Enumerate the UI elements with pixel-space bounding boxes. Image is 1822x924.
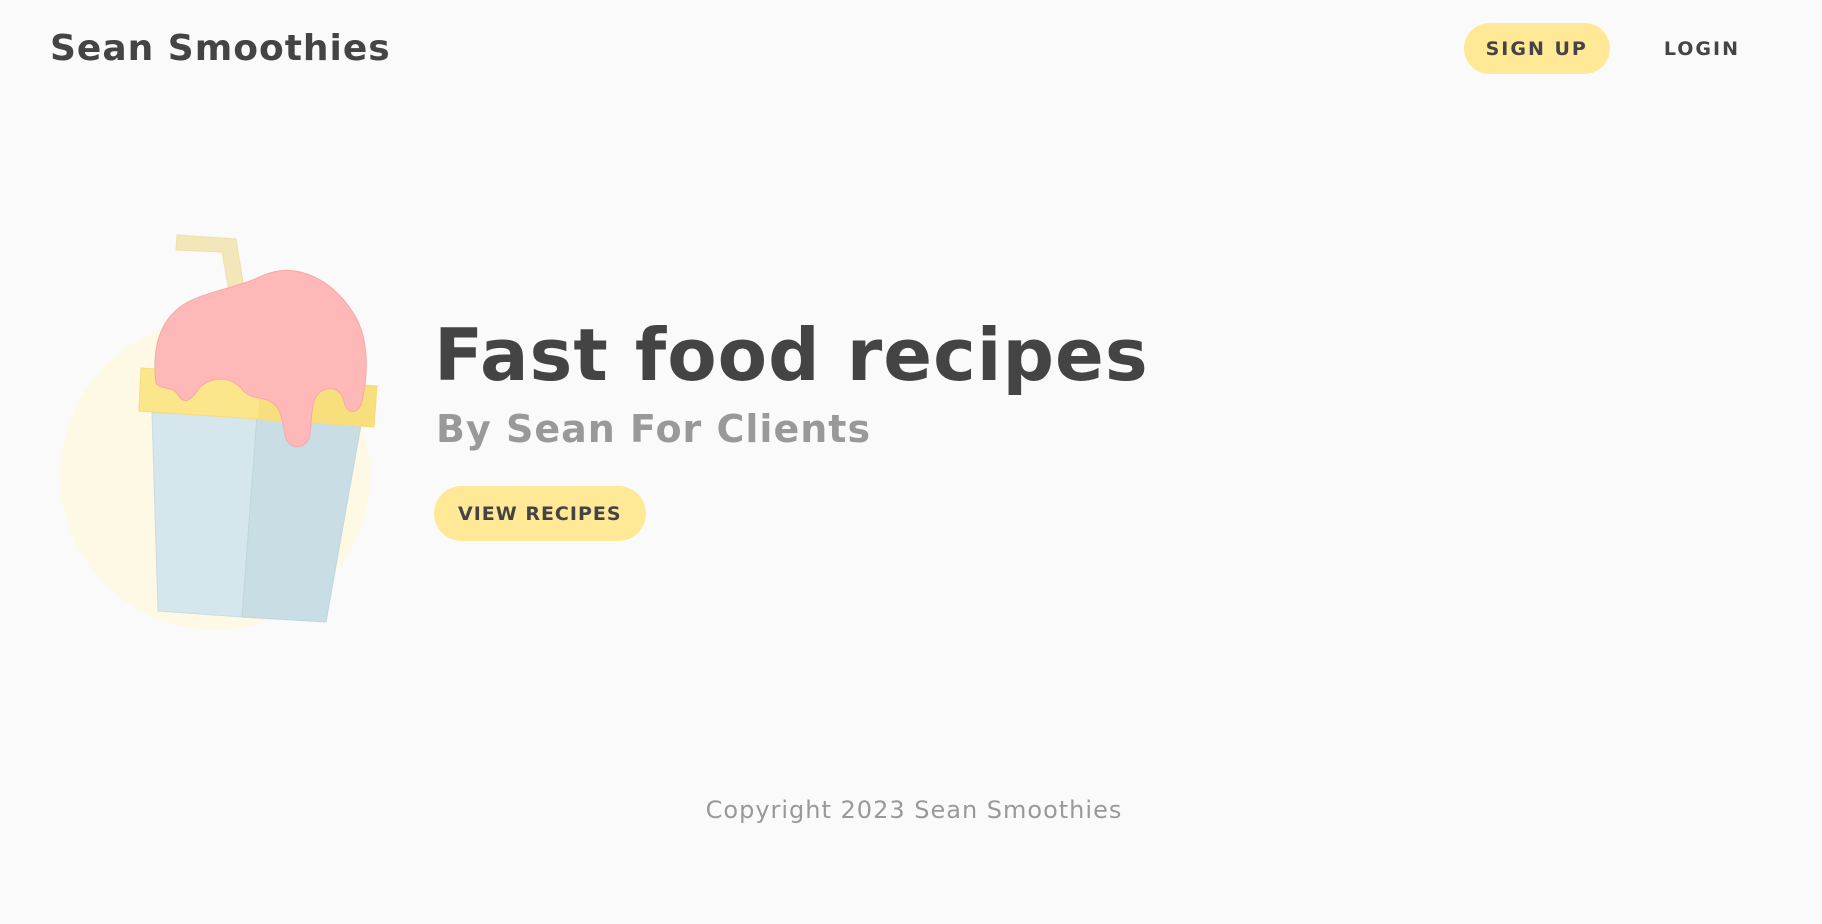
hero-subtitle: By Sean For Clients <box>436 407 872 451</box>
login-button[interactable]: LOGIN <box>1642 23 1762 74</box>
brand-logo[interactable]: Sean Smoothies <box>50 28 391 69</box>
footer-copyright: Copyright 2023 Sean Smoothies <box>705 796 1123 824</box>
hero-section: Fast food recipes By Sean For Clients VI… <box>434 310 1149 541</box>
main-nav: SIGN UP LOGIN <box>1463 23 1762 74</box>
hero-title: Fast food recipes <box>434 313 1149 397</box>
view-recipes-button[interactable]: VIEW RECIPES <box>434 486 646 541</box>
smoothie-cup-icon <box>50 225 390 635</box>
signup-button[interactable]: SIGN UP <box>1463 23 1610 74</box>
landing-page: Sean Smoothies SIGN UP LOGIN Fast food r… <box>0 0 1822 924</box>
